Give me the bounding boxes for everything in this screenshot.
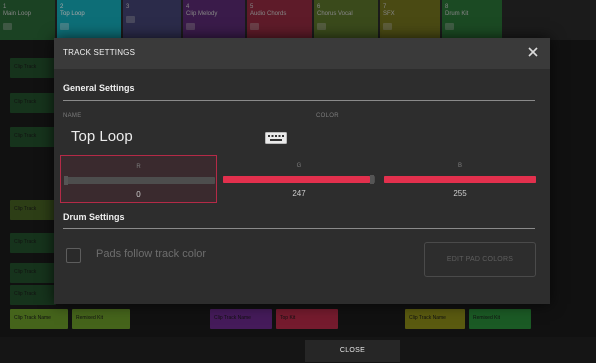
- blue-fill: [384, 176, 536, 183]
- name-label: NAME: [63, 113, 82, 119]
- green-track[interactable]: [223, 175, 375, 184]
- red-value: 0: [136, 190, 141, 199]
- color-label: COLOR: [316, 113, 339, 119]
- track-name-field[interactable]: Top Loop: [71, 128, 133, 145]
- keyboard-icon[interactable]: [265, 132, 287, 144]
- blue-value: 255: [453, 189, 467, 198]
- green-value: 247: [292, 189, 306, 198]
- close-button[interactable]: CLOSE: [305, 340, 400, 362]
- bottom-bar: [0, 337, 596, 363]
- pads-follow-label: Pads follow track color: [96, 248, 207, 260]
- close-icon[interactable]: [526, 45, 540, 59]
- drum-settings-heading: Drum Settings: [63, 212, 125, 222]
- dialog-title: TRACK SETTINGS: [63, 48, 136, 57]
- dialog-header: TRACK SETTINGS: [54, 38, 550, 69]
- blue-track[interactable]: [384, 176, 536, 183]
- blue-label: B: [457, 163, 462, 169]
- pads-follow-checkbox[interactable]: [66, 248, 81, 263]
- green-slider[interactable]: G 247: [223, 155, 375, 203]
- red-slider[interactable]: R 0: [60, 155, 217, 203]
- edit-pad-colors-button[interactable]: EDIT PAD COLORS: [424, 242, 536, 277]
- red-track[interactable]: [64, 176, 215, 185]
- drum-divider: [63, 228, 535, 229]
- red-handle[interactable]: [64, 176, 68, 185]
- green-fill: [223, 176, 371, 183]
- green-handle[interactable]: [370, 175, 374, 184]
- red-label: R: [136, 164, 141, 170]
- general-divider: [63, 100, 535, 101]
- general-settings-heading: General Settings: [63, 83, 135, 93]
- blue-slider[interactable]: B 255: [384, 155, 536, 203]
- green-label: G: [296, 163, 302, 169]
- track-settings-dialog: TRACK SETTINGS General Settings NAME COL…: [54, 38, 550, 304]
